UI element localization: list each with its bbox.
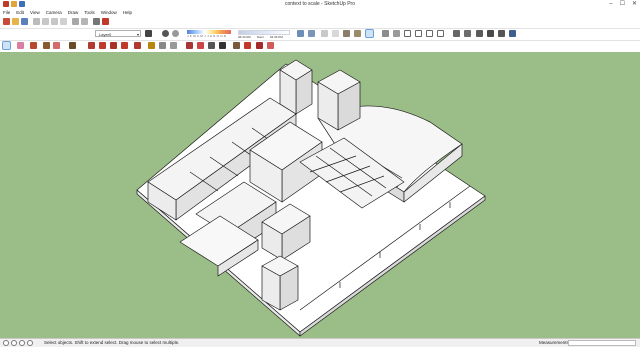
pencil-line-icon[interactable] <box>30 42 37 49</box>
monochrome-style-icon[interactable] <box>365 29 374 38</box>
print-icon[interactable] <box>93 18 100 25</box>
orbit-icon[interactable] <box>186 42 193 49</box>
status-message: Select objects. Shift to extend select. … <box>44 340 180 345</box>
select-arrow-icon[interactable] <box>2 41 11 50</box>
help-icon[interactable] <box>27 340 33 346</box>
shape-icon[interactable] <box>53 42 60 49</box>
menu-edit[interactable]: Edit <box>16 9 24 16</box>
window-controls: – ☐ ✕ <box>609 0 637 9</box>
minimize-button[interactable]: – <box>609 0 612 9</box>
title-bar: context to scale - SketchUp Pro – ☐ ✕ <box>0 0 640 9</box>
menu-tools[interactable]: Tools <box>84 9 95 16</box>
menu-bar: File Edit View Camera Draw Tools Window … <box>0 9 640 16</box>
intersect-icon[interactable] <box>509 30 516 37</box>
zoom-extents-icon[interactable] <box>219 42 226 49</box>
shaded-style-icon[interactable] <box>343 30 350 37</box>
chevron-down-icon: ▾ <box>136 32 139 37</box>
undo-icon[interactable] <box>72 18 79 25</box>
outer-shell-icon[interactable] <box>498 30 505 37</box>
shadows-icon[interactable] <box>162 30 169 37</box>
solid-tools-icon[interactable] <box>487 30 494 37</box>
section-plane-icon[interactable] <box>464 30 471 37</box>
hidden-line-style-icon[interactable] <box>332 30 339 37</box>
back-edges-style-icon[interactable] <box>308 30 315 37</box>
menu-camera[interactable]: Camera <box>46 9 62 16</box>
time-start: 06:43 AM <box>238 35 251 39</box>
time-mid: Noon <box>256 35 264 39</box>
extension-warehouse-icon[interactable] <box>244 42 251 49</box>
xray-style-icon[interactable] <box>297 30 304 37</box>
zoom-icon[interactable] <box>208 42 215 49</box>
redo-icon[interactable] <box>81 18 88 25</box>
warehouse-icon[interactable] <box>233 42 240 49</box>
paste-icon[interactable] <box>51 18 58 25</box>
shadow-months: J F M A M J J A S O N D <box>187 34 227 38</box>
wireframe-style-icon[interactable] <box>321 30 328 37</box>
erase-icon[interactable] <box>60 18 67 25</box>
arc-icon[interactable] <box>43 42 50 49</box>
top-view-icon[interactable] <box>393 30 400 37</box>
shaded-textures-style-icon[interactable] <box>354 30 361 37</box>
left-view-icon[interactable] <box>437 30 444 37</box>
cut-icon[interactable] <box>33 18 40 25</box>
time-end: 04:46 PM <box>269 35 283 39</box>
move-icon[interactable] <box>88 42 95 49</box>
layer-dropdown[interactable]: Layer0 ▾ <box>95 30 141 37</box>
rotate-icon[interactable] <box>110 42 117 49</box>
offset-icon[interactable] <box>99 42 106 49</box>
status-icons <box>3 340 33 346</box>
iso-view-icon[interactable] <box>382 30 389 37</box>
front-view-icon[interactable] <box>404 30 411 37</box>
getting-started-icon[interactable] <box>3 18 10 25</box>
back-view-icon[interactable] <box>426 30 433 37</box>
protractor-icon[interactable] <box>170 42 177 49</box>
status-bar: Select objects. Shift to extend select. … <box>0 338 640 347</box>
dimension-icon[interactable] <box>159 42 166 49</box>
open-file-icon[interactable] <box>12 18 19 25</box>
shadow-time-labels: 06:43 AM Noon 04:46 PM <box>238 35 283 39</box>
close-button[interactable]: ✕ <box>632 0 637 9</box>
right-view-icon[interactable] <box>415 30 422 37</box>
layout-send-icon[interactable] <box>267 42 274 49</box>
maximize-button[interactable]: ☐ <box>620 0 625 9</box>
follow-me-icon[interactable] <box>134 42 141 49</box>
push-pull-icon[interactable] <box>69 42 76 49</box>
extension-manager-icon[interactable] <box>256 42 263 49</box>
model-info-icon[interactable] <box>102 18 109 25</box>
measurements-label: Measurements <box>539 340 569 345</box>
geo-location-icon[interactable] <box>3 340 9 346</box>
user-icon[interactable] <box>19 340 25 346</box>
window-title: context to scale - SketchUp Pro <box>284 1 356 7</box>
eraser-icon[interactable] <box>17 42 24 49</box>
layer-value: Layer0 <box>99 32 112 37</box>
menu-file[interactable]: File <box>3 9 10 16</box>
menu-view[interactable]: View <box>30 9 40 16</box>
tape-measure-icon[interactable] <box>148 42 155 49</box>
menu-draw[interactable]: Draw <box>68 9 79 16</box>
scale-icon[interactable] <box>121 42 128 49</box>
menu-window[interactable]: Window <box>101 9 117 16</box>
model-canvas[interactable] <box>0 52 640 338</box>
save-file-icon[interactable] <box>21 18 28 25</box>
copy-icon[interactable] <box>42 18 49 25</box>
model-viewport[interactable] <box>0 52 640 338</box>
group-icon[interactable] <box>476 30 483 37</box>
layer-manager-icon[interactable] <box>145 30 152 37</box>
component-icon[interactable] <box>453 30 460 37</box>
fog-icon[interactable] <box>172 30 179 37</box>
credits-icon[interactable] <box>11 340 17 346</box>
measurements-input[interactable] <box>568 340 636 346</box>
pan-icon[interactable] <box>197 42 204 49</box>
menu-help[interactable]: Help <box>123 9 132 16</box>
